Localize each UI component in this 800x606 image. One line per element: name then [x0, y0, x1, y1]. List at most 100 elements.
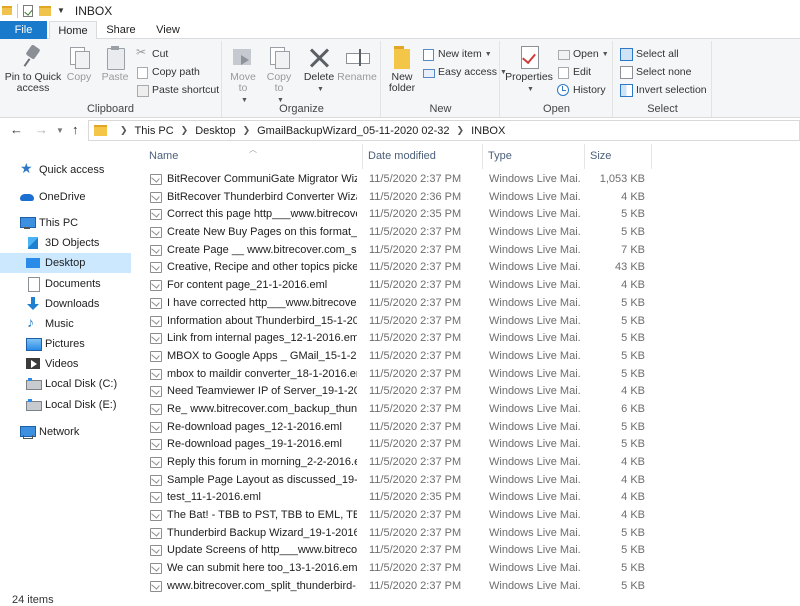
new-item-button[interactable]: New item ▼ — [422, 46, 492, 62]
paste-shortcut-button[interactable]: Paste shortcut — [136, 82, 219, 98]
nav-quick-access[interactable]: Quick access — [20, 160, 104, 180]
file-row[interactable]: mbox to maildir converter_18-1-2016.eml 1… — [141, 366, 800, 384]
paste-button[interactable]: Paste — [99, 45, 131, 83]
delete-button[interactable]: Delete ▼ — [302, 45, 336, 95]
tab-view[interactable]: View — [148, 21, 188, 39]
breadcrumb-chevron-icon[interactable]: ❯ — [243, 125, 251, 136]
nav-pictures[interactable]: Pictures — [26, 334, 85, 354]
email-file-icon — [150, 280, 162, 292]
nav-downloads[interactable]: Downloads — [26, 294, 99, 314]
nav-music[interactable]: Music — [26, 314, 74, 334]
address-bar[interactable]: ❯ This PC ❯ Desktop ❯ GmailBackupWizard_… — [88, 120, 800, 141]
file-row[interactable]: BitRecover CommuniGate Migrator Wiza... 1… — [141, 171, 800, 189]
file-row[interactable]: Thunderbird Backup Wizard_19-1-2016.eml 1… — [141, 525, 800, 543]
file-row[interactable]: www.bitrecover.com_split_thunderbird-...… — [141, 578, 800, 596]
history-button[interactable]: History — [557, 82, 606, 98]
column-header-type[interactable]: Type — [488, 144, 578, 169]
copy-to-button[interactable]: Copy to ▼ — [263, 45, 295, 106]
file-name: The Bat! - TBB to PST, TBB to EML, TBB t… — [167, 509, 357, 522]
tab-home[interactable]: Home — [49, 21, 97, 40]
copy-button[interactable]: Copy — [64, 45, 94, 83]
nav-desktop[interactable]: Desktop — [0, 253, 131, 273]
tab-share[interactable]: Share — [100, 21, 142, 39]
breadcrumb-chevron-icon[interactable]: ❯ — [181, 125, 189, 136]
file-row[interactable]: Re_ www.bitrecover.com_backup_thund... 11… — [141, 401, 800, 419]
select-all-button[interactable]: Select all — [620, 46, 679, 62]
nav-onedrive[interactable]: OneDrive — [20, 187, 85, 207]
column-header-date[interactable]: Date modified — [368, 144, 478, 169]
breadcrumb-inbox[interactable]: INBOX — [471, 125, 505, 137]
new-folder-icon — [390, 45, 414, 69]
computer-icon — [20, 216, 36, 230]
nav-label: Downloads — [45, 298, 100, 310]
nav-videos[interactable]: Videos — [26, 354, 78, 374]
email-file-icon — [150, 421, 162, 433]
column-header-size[interactable]: Size — [590, 144, 650, 169]
nav-documents[interactable]: Documents — [26, 274, 101, 294]
open-button[interactable]: Open ▼ — [557, 46, 609, 62]
file-name: Re_ www.bitrecover.com_backup_thund... — [167, 402, 357, 415]
up-arrow-icon[interactable]: ↑ — [72, 122, 79, 137]
column-divider[interactable] — [482, 144, 483, 169]
file-row[interactable]: Need Teamviewer IP of Server_19-1-2016..… — [141, 383, 800, 401]
breadcrumb-chevron-icon[interactable]: ❯ — [120, 125, 128, 136]
nav-local-disk-c[interactable]: Local Disk (C:) — [26, 374, 117, 394]
move-to-button[interactable]: Move to ▼ — [227, 45, 259, 106]
breadcrumb-this-pc[interactable]: This PC — [135, 125, 174, 137]
file-row[interactable]: I have corrected http___www.bitrecover.c… — [141, 295, 800, 313]
edit-button[interactable]: Edit — [557, 64, 591, 80]
new-folder-button[interactable]: New folder — [386, 45, 418, 94]
column-header-name[interactable]: Name — [149, 144, 359, 169]
customize-toolbar-chevron-icon[interactable]: ▼ — [57, 6, 65, 15]
breadcrumb-chevron-icon[interactable]: ❯ — [457, 125, 465, 136]
cut-button[interactable]: Cut — [136, 45, 168, 62]
file-row[interactable]: test_11-1-2016.eml 11/5/2020 2:35 PM Windo… — [141, 489, 800, 507]
properties-button[interactable]: Properties ▼ — [505, 45, 553, 95]
tab-file[interactable]: File — [0, 21, 47, 39]
recent-locations-chevron-icon[interactable]: ▼ — [56, 126, 64, 135]
file-row[interactable]: We can submit here too_13-1-2016.eml 11/5… — [141, 560, 800, 578]
select-none-icon — [620, 66, 633, 79]
file-row[interactable]: Information about Thunderbird_15-1-201..… — [141, 313, 800, 331]
copy-path-button[interactable]: Copy path — [136, 64, 200, 80]
file-row[interactable]: Reply this forum in morning_2-2-2016.eml… — [141, 454, 800, 472]
file-row[interactable]: The Bat! - TBB to PST, TBB to EML, TBB t… — [141, 507, 800, 525]
select-none-button[interactable]: Select none — [620, 64, 691, 80]
file-row[interactable]: Create Page __ www.bitrecover.com_split.… — [141, 242, 800, 260]
file-name: Correct this page http___www.bitrecover.… — [167, 208, 357, 221]
invert-selection-button[interactable]: Invert selection — [620, 82, 707, 98]
nav-this-pc[interactable]: This PC — [20, 213, 78, 233]
file-row[interactable]: Re-download pages_19-1-2016.eml 11/5/2020… — [141, 436, 800, 454]
file-row[interactable]: Correct this page http___www.bitrecover.… — [141, 206, 800, 224]
file-row[interactable]: BitRecover Thunderbird Converter Wizar..… — [141, 189, 800, 207]
easy-access-button[interactable]: Easy access ▼ — [422, 64, 507, 80]
drive-icon — [26, 377, 42, 391]
file-name: Sample Page Layout as discussed_19-1-2..… — [167, 473, 357, 486]
file-row[interactable]: Sample Page Layout as discussed_19-1-2..… — [141, 472, 800, 490]
back-arrow-icon[interactable]: ← — [10, 122, 23, 137]
file-row[interactable]: Link from internal pages_12-1-2016.eml 11… — [141, 330, 800, 348]
column-divider[interactable] — [362, 144, 363, 169]
nav-network[interactable]: Network — [20, 422, 79, 442]
email-file-icon — [150, 315, 162, 327]
file-row[interactable]: MBOX to Google Apps _ GMail_15-1-201... 1… — [141, 348, 800, 366]
file-row[interactable]: For content page_21-1-2016.eml 11/5/2020 … — [141, 277, 800, 295]
nav-3d-objects[interactable]: 3D Objects — [26, 233, 99, 253]
file-row[interactable]: Update Screens of http___www.bitrecove..… — [141, 542, 800, 560]
nav-local-disk-e[interactable]: Local Disk (E:) — [26, 395, 117, 415]
new-folder-icon[interactable] — [39, 5, 51, 16]
rename-button[interactable]: Rename — [337, 45, 377, 83]
column-divider[interactable] — [651, 144, 652, 169]
pin-to-quick-access-button[interactable]: Pin to Quick access — [4, 45, 62, 94]
folder-icon[interactable] — [2, 6, 12, 15]
file-row[interactable]: Creative, Recipe and other topics picked… — [141, 259, 800, 277]
file-name: MBOX to Google Apps _ GMail_15-1-201... — [167, 349, 357, 362]
forward-arrow-icon[interactable]: → — [35, 122, 48, 137]
file-name: Re-download pages_19-1-2016.eml — [167, 438, 342, 451]
breadcrumb-backup-folder[interactable]: GmailBackupWizard_05-11-2020 02-32 — [257, 125, 449, 137]
properties-check-icon[interactable] — [23, 4, 33, 17]
file-row[interactable]: Create New Buy Pages on this format_21..… — [141, 224, 800, 242]
breadcrumb-desktop[interactable]: Desktop — [195, 125, 235, 137]
column-divider[interactable] — [584, 144, 585, 169]
file-row[interactable]: Re-download pages_12-1-2016.eml 11/5/2020… — [141, 419, 800, 437]
